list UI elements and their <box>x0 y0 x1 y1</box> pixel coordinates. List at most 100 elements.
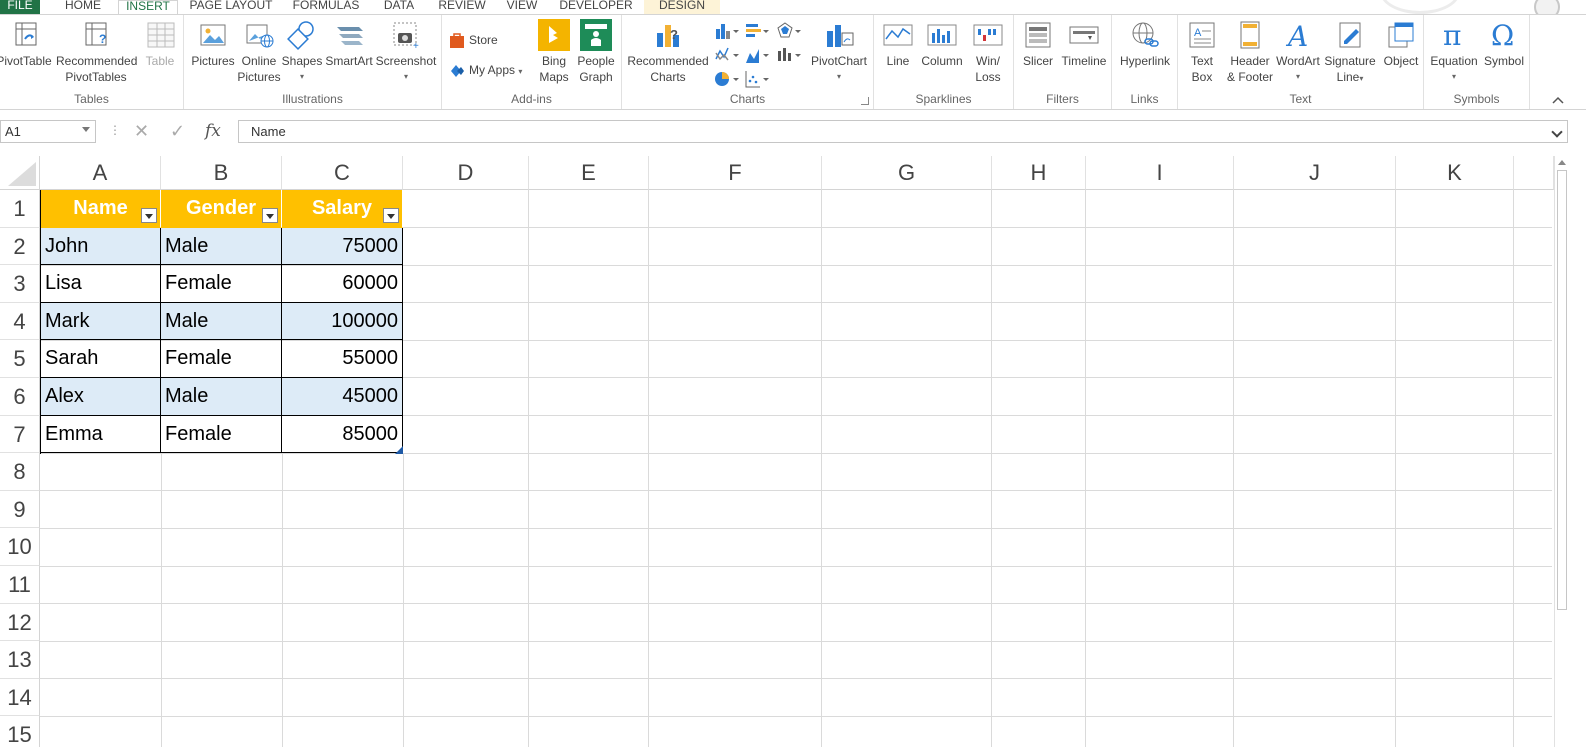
tab-insert[interactable]: INSERT <box>118 0 178 14</box>
symbol-button[interactable]: Ω Symbol <box>1480 19 1528 69</box>
table-cell[interactable]: John <box>41 227 161 266</box>
store-button[interactable]: Store <box>448 29 498 51</box>
table-cell[interactable]: 55000 <box>282 340 403 378</box>
text-box-button[interactable]: A Text Box <box>1182 19 1222 85</box>
table-cell[interactable]: 60000 <box>282 265 403 303</box>
row-header-11[interactable]: 11 <box>0 566 40 604</box>
pictures-button[interactable]: Pictures <box>188 19 238 69</box>
pivotchart-button[interactable]: PivotChart ▾ <box>808 19 870 85</box>
shapes-button[interactable]: Shapes ▾ <box>280 19 324 85</box>
row-header-5[interactable]: 5 <box>0 340 40 378</box>
insert-function-icon[interactable]: fx <box>205 120 221 143</box>
area-chart-icon[interactable] <box>744 45 770 65</box>
table-cell[interactable]: Male <box>161 227 282 266</box>
row-header-12[interactable]: 12 <box>0 603 40 642</box>
stock-chart-icon[interactable] <box>776 45 802 65</box>
table-cell[interactable]: Emma <box>41 415 161 454</box>
table-header-name[interactable]: Name <box>41 190 161 228</box>
row-header-4[interactable]: 4 <box>0 302 40 341</box>
tab-home[interactable]: HOME <box>58 0 108 14</box>
cancel-icon[interactable]: ✕ <box>134 120 149 143</box>
table-cell[interactable]: Female <box>161 265 282 303</box>
table-header-salary[interactable]: Salary <box>282 190 403 228</box>
column-header-c[interactable]: C <box>282 156 403 190</box>
row-header-9[interactable]: 9 <box>0 490 40 529</box>
table-cell[interactable]: 75000 <box>282 227 403 266</box>
bing-maps-button[interactable]: Bing Maps <box>536 19 572 85</box>
scatter-chart-icon[interactable] <box>744 69 770 89</box>
column-header-i[interactable]: I <box>1086 156 1234 190</box>
column-header-k[interactable]: K <box>1396 156 1514 190</box>
radar-chart-icon[interactable] <box>776 21 802 41</box>
tab-formulas[interactable]: FORMULAS <box>286 0 366 14</box>
row-header-1[interactable]: 1 <box>0 190 40 228</box>
table-cell[interactable]: 100000 <box>282 302 403 341</box>
collapse-ribbon-icon[interactable] <box>1552 95 1564 105</box>
row-header-14[interactable]: 14 <box>0 678 40 717</box>
column-header-j[interactable]: J <box>1234 156 1396 190</box>
tab-file[interactable]: FILE <box>0 0 40 14</box>
column-header-h[interactable]: H <box>992 156 1086 190</box>
wordart-button[interactable]: A WordArt ▾ <box>1274 19 1322 85</box>
line-chart-icon[interactable] <box>714 45 740 65</box>
signature-line-button[interactable]: Signature Line▾ <box>1322 19 1378 87</box>
row-header-6[interactable]: 6 <box>0 378 40 416</box>
sparkline-line-button[interactable]: Line <box>880 19 916 69</box>
recommended-pivottables-button[interactable]: ? Recommended PivotTables <box>56 19 137 85</box>
tab-review[interactable]: REVIEW <box>432 0 492 14</box>
smartart-button[interactable]: SmartArt <box>322 19 376 69</box>
hyperlink-button[interactable]: Hyperlink <box>1116 19 1174 69</box>
tab-page-layout[interactable]: PAGE LAYOUT <box>186 0 276 14</box>
table-cell[interactable]: Alex <box>41 378 161 416</box>
row-header-8[interactable]: 8 <box>0 453 40 491</box>
tab-data[interactable]: DATA <box>376 0 422 14</box>
table-cell[interactable]: Female <box>161 415 282 454</box>
pie-chart-icon[interactable] <box>714 69 740 89</box>
row-header-7[interactable]: 7 <box>0 415 40 454</box>
row-header-3[interactable]: 3 <box>0 265 40 303</box>
table-cell[interactable]: Female <box>161 340 282 378</box>
scrollbar-thumb[interactable] <box>1557 170 1567 610</box>
object-button[interactable]: Object <box>1380 19 1422 69</box>
table-cell[interactable]: 85000 <box>282 415 403 454</box>
formula-bar-grip-icon[interactable]: ⋮ <box>109 123 121 137</box>
row-header-2[interactable]: 2 <box>0 227 40 266</box>
column-chart-icon[interactable] <box>714 21 740 41</box>
tab-view[interactable]: VIEW <box>500 0 544 14</box>
online-pictures-button[interactable]: Online Pictures <box>236 19 282 85</box>
tab-developer[interactable]: DEVELOPER <box>556 0 636 14</box>
sparkline-column-button[interactable]: Column <box>918 19 966 69</box>
tab-design[interactable]: DESIGN <box>644 0 720 14</box>
row-header-10[interactable]: 10 <box>0 528 40 566</box>
pivottable-button[interactable]: PivotTable <box>0 19 52 69</box>
table-button[interactable]: Table <box>140 19 180 69</box>
bar-chart-icon[interactable] <box>744 21 770 41</box>
sparkline-winloss-button[interactable]: Win/ Loss <box>968 19 1008 85</box>
column-header-a[interactable]: A <box>40 156 161 190</box>
table-header-gender[interactable]: Gender <box>161 190 282 228</box>
timeline-button[interactable]: Timeline <box>1058 19 1110 69</box>
table-cell[interactable]: 45000 <box>282 378 403 416</box>
table-cell[interactable]: Male <box>161 378 282 416</box>
my-apps-button[interactable]: My Apps ▾ <box>448 59 522 81</box>
table-cell[interactable]: Sarah <box>41 340 161 378</box>
name-box-dropdown-icon[interactable] <box>82 127 90 132</box>
table-cell[interactable]: Male <box>161 302 282 341</box>
select-all-corner[interactable] <box>0 156 40 190</box>
table-cell[interactable]: Lisa <box>41 265 161 303</box>
column-header-b[interactable]: B <box>161 156 282 190</box>
vertical-scrollbar[interactable] <box>1554 156 1568 747</box>
filter-dropdown-icon[interactable] <box>262 207 278 223</box>
table-cell[interactable]: Mark <box>41 302 161 341</box>
enter-check-icon[interactable]: ✓ <box>170 120 185 143</box>
column-header-d[interactable]: D <box>403 156 529 190</box>
header-footer-button[interactable]: Header & Footer <box>1222 19 1278 85</box>
column-header-e[interactable]: E <box>529 156 649 190</box>
scroll-up-arrow-icon[interactable] <box>1558 160 1566 165</box>
row-header-15[interactable]: 15 <box>0 716 40 747</box>
filter-dropdown-icon[interactable] <box>141 207 157 223</box>
recommended-charts-button[interactable]: ? Recommended Charts <box>626 19 710 85</box>
formula-input[interactable]: Name <box>238 120 1568 143</box>
equation-button[interactable]: π Equation ▾ <box>1426 19 1482 85</box>
slicer-button[interactable]: Slicer <box>1018 19 1058 69</box>
